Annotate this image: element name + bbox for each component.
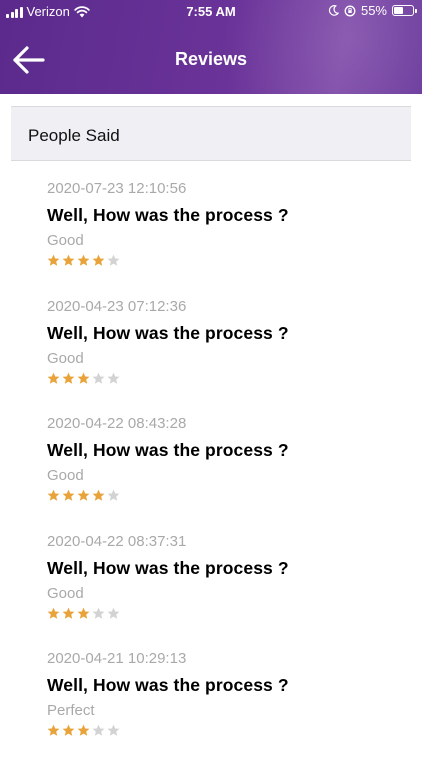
reviews-list: 2020-07-23 12:10:56 Well, How was the pr… xyxy=(47,178,407,766)
nav-header: Verizon 7:55 AM 55% Reviews xyxy=(0,0,422,94)
battery-fill xyxy=(394,7,403,14)
review-item: 2020-07-23 12:10:56 Well, How was the pr… xyxy=(47,178,407,296)
star-filled-icon xyxy=(47,372,60,384)
review-comment: Good xyxy=(47,232,84,249)
star-filled-icon xyxy=(77,254,90,266)
star-filled-icon xyxy=(62,489,75,501)
star-filled-icon xyxy=(77,372,90,384)
review-comment: Perfect xyxy=(47,702,95,719)
star-filled-icon xyxy=(92,489,105,501)
battery-icon xyxy=(392,5,417,16)
review-question: Well, How was the process ? xyxy=(47,205,289,225)
star-empty-icon xyxy=(107,489,120,501)
review-date: 2020-04-21 10:29:13 xyxy=(47,650,187,667)
star-filled-icon xyxy=(77,607,90,619)
star-filled-icon xyxy=(62,372,75,384)
review-comment: Good xyxy=(47,349,84,367)
review-comment: Good xyxy=(47,584,84,602)
status-right: 55% xyxy=(328,3,417,18)
page-title: Reviews xyxy=(174,49,248,69)
star-rating xyxy=(47,372,120,385)
star-rating xyxy=(47,254,120,267)
status-bar: Verizon 7:55 AM 55% xyxy=(0,0,422,24)
star-rating xyxy=(47,607,120,620)
review-item: 2020-04-23 07:12:36 Well, How was the pr… xyxy=(47,296,407,414)
review-item: 2020-04-22 08:37:31 Well, How was the pr… xyxy=(47,531,407,649)
section-title: People Said xyxy=(28,126,120,145)
review-date: 2020-04-22 08:43:28 xyxy=(47,415,187,432)
review-item: 2020-04-22 08:43:28 Well, How was the pr… xyxy=(47,413,407,531)
star-empty-icon xyxy=(107,372,120,384)
star-filled-icon xyxy=(47,254,60,266)
moon-icon xyxy=(328,5,339,16)
review-date: 2020-04-23 07:12:36 xyxy=(47,297,187,315)
review-item: 2020-04-21 10:29:13 Well, How was the pr… xyxy=(47,648,407,766)
star-rating xyxy=(47,489,120,502)
star-filled-icon xyxy=(47,607,60,619)
review-question: Well, How was the process ? xyxy=(47,440,289,460)
review-date: 2020-07-23 12:10:56 xyxy=(47,180,187,197)
star-empty-icon xyxy=(107,254,120,266)
star-filled-icon xyxy=(62,724,75,736)
review-question: Well, How was the process ? xyxy=(47,322,289,343)
review-question: Well, How was the process ? xyxy=(47,557,289,578)
review-question: Well, How was the process ? xyxy=(47,675,289,695)
section-header: People Said xyxy=(11,106,411,161)
star-empty-icon xyxy=(107,607,120,619)
star-filled-icon xyxy=(77,724,90,736)
star-filled-icon xyxy=(62,254,75,266)
review-comment: Good xyxy=(47,467,84,484)
review-date: 2020-04-22 08:37:31 xyxy=(47,532,187,550)
star-rating xyxy=(47,724,120,737)
star-empty-icon xyxy=(92,372,105,384)
orientation-lock-icon xyxy=(344,5,356,16)
star-empty-icon xyxy=(107,724,120,736)
star-filled-icon xyxy=(92,254,105,266)
star-filled-icon xyxy=(47,724,60,736)
star-filled-icon xyxy=(62,607,75,619)
star-filled-icon xyxy=(47,489,60,501)
star-filled-icon xyxy=(77,489,90,501)
star-empty-icon xyxy=(92,607,105,619)
battery-percent: 55% xyxy=(360,3,387,18)
star-empty-icon xyxy=(92,724,105,736)
